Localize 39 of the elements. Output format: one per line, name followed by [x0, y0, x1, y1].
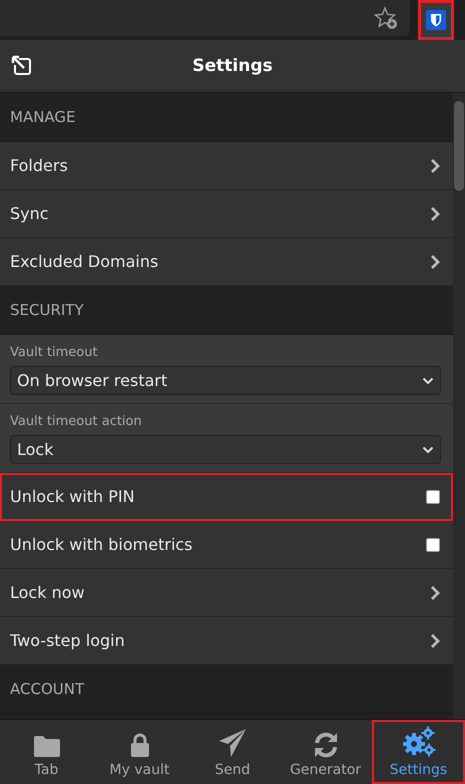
chevron-right-icon [430, 584, 440, 600]
chevron-right-icon [430, 158, 440, 174]
settings-row[interactable]: Lock now [0, 569, 453, 617]
field-label: Vault timeout [10, 345, 99, 360]
settings-row[interactable]: Two-step login [0, 617, 453, 665]
nav-tab[interactable]: Generator [279, 720, 372, 784]
section-heading: MANAGE [10, 108, 76, 126]
scrollbar-thumb[interactable] [454, 101, 464, 191]
settings-row[interactable]: Unlock with PIN [0, 473, 453, 521]
checkbox[interactable] [426, 538, 440, 552]
dropdown-field[interactable]: Lock [10, 435, 441, 464]
nav-tab[interactable]: Settings [372, 720, 465, 784]
paper-plane-icon [218, 728, 248, 758]
settings-row[interactable]: Excluded Domains [0, 238, 453, 286]
sync-icon [312, 732, 338, 758]
section-heading: SECURITY [10, 301, 84, 319]
chevron-right-icon [430, 632, 440, 648]
page-title: Settings [191, 56, 274, 76]
lock-icon [130, 732, 150, 758]
nav-tab[interactable]: Send [186, 720, 279, 784]
settings-row[interactable]: Folders [0, 142, 453, 190]
field-label: Vault timeout action [10, 414, 143, 429]
shield-icon [426, 10, 446, 30]
nav-tab[interactable]: Tab [0, 720, 93, 784]
chevron-right-icon [430, 206, 440, 222]
settings-row[interactable]: Sync [0, 190, 453, 238]
caret-icon [422, 446, 434, 454]
gears-icon [402, 726, 436, 758]
folder-icon [32, 734, 60, 758]
chevron-right-icon [430, 254, 440, 270]
pop-out-icon[interactable] [10, 54, 34, 78]
checkbox[interactable] [426, 490, 440, 504]
section-heading: ACCOUNT [10, 680, 84, 698]
settings-row[interactable]: Unlock with biometrics [0, 521, 453, 569]
bookmark-star-icon[interactable] [374, 6, 398, 30]
caret-icon [422, 376, 434, 384]
nav-tab[interactable]: My vault [93, 720, 186, 784]
dropdown-field[interactable]: On browser restart [10, 366, 441, 395]
extension-button[interactable] [418, 0, 454, 40]
